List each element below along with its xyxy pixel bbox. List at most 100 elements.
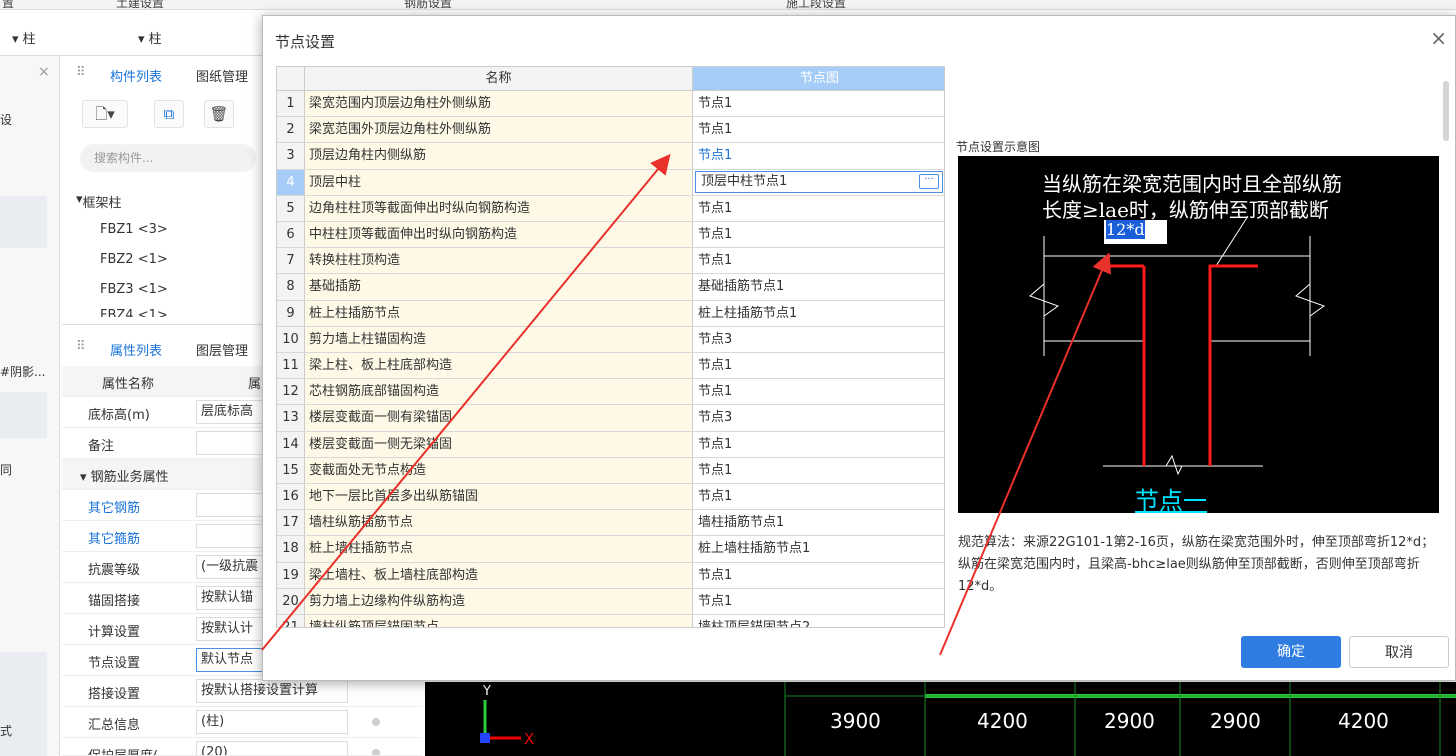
table-row[interactable]: 13 楼层变截面一侧有梁锚固 节点3 bbox=[277, 405, 944, 432]
tab-civil-settings[interactable]: 土建设置 bbox=[116, 0, 164, 9]
nav-item[interactable] bbox=[0, 392, 47, 438]
table-row[interactable]: 21 墙柱纵筋顶层锚固节点 墙柱顶层锚固节点2 bbox=[277, 615, 944, 627]
cancel-button[interactable]: 取消 bbox=[1349, 636, 1449, 668]
property-value[interactable]: (20) bbox=[196, 741, 348, 755]
row-number: 4 bbox=[277, 169, 305, 195]
row-node[interactable]: 节点1 bbox=[693, 432, 944, 457]
drag-handle-icon[interactable]: ⠿ bbox=[76, 339, 86, 354]
tree-item[interactable]: FBZ1 <3> bbox=[100, 222, 168, 237]
row-node[interactable]: 节点3 bbox=[693, 405, 944, 430]
tree-root-frame-column[interactable]: ▾ 框架柱 bbox=[76, 192, 122, 211]
component-search-input[interactable]: 搜索构件... bbox=[80, 144, 256, 172]
row-number: 5 bbox=[277, 195, 305, 221]
tab-component-list[interactable]: 构件列表 bbox=[110, 66, 162, 85]
row-node[interactable]: 节点1 bbox=[693, 379, 944, 404]
row-number: 2 bbox=[277, 117, 305, 143]
navigation-pane: × 设 #阴影... 同 式 bbox=[0, 56, 60, 756]
tree-item[interactable]: FBZ2 <1> bbox=[100, 252, 168, 267]
property-key: 备注 bbox=[88, 439, 115, 454]
nav-item-2[interactable] bbox=[0, 652, 47, 756]
table-row[interactable]: 3 顶层边角柱内侧纵筋 节点1 bbox=[277, 143, 944, 170]
radio-icon[interactable] bbox=[372, 718, 380, 726]
close-icon[interactable]: × bbox=[38, 64, 50, 80]
row-node[interactable]: 节点1 bbox=[693, 353, 944, 378]
row-node[interactable]: 节点1 bbox=[693, 458, 944, 483]
ok-button[interactable]: 确定 bbox=[1241, 636, 1341, 668]
table-row[interactable]: 1 梁宽范围内顶层边角柱外侧纵筋 节点1 bbox=[277, 91, 944, 118]
radio-icon[interactable] bbox=[372, 749, 380, 755]
table-row[interactable]: 6 中柱柱顶等截面伸出时纵向钢筋构造 节点1 bbox=[277, 222, 944, 249]
row-number: 21 bbox=[277, 615, 305, 627]
table-row[interactable]: 15 变截面处无节点构造 节点1 bbox=[277, 457, 944, 484]
property-row[interactable]: 汇总信息 (柱) bbox=[62, 707, 422, 738]
tree-item[interactable]: FBZ4 <1> bbox=[100, 308, 168, 317]
rule-description: 规范算法：来源22G101-1第2-16页，纵筋在梁宽范围外时，伸至顶部弯折12… bbox=[958, 535, 1435, 594]
preview-scrollbar[interactable] bbox=[1443, 81, 1449, 141]
dimension-label: 4200 bbox=[1338, 709, 1389, 733]
row-number: 13 bbox=[277, 405, 305, 431]
row-node[interactable]: 墙柱顶层锚固节点2 bbox=[693, 615, 944, 627]
property-value[interactable]: (柱) bbox=[196, 710, 348, 734]
tab-construction-section[interactable]: 施工段设置 bbox=[786, 0, 846, 9]
row-node[interactable]: 基础插筋节点1 bbox=[693, 274, 944, 299]
row-node[interactable]: 节点1 bbox=[693, 484, 944, 509]
table-row[interactable]: 10 剪力墙上柱锚固构造 节点3 bbox=[277, 326, 944, 353]
table-row[interactable]: 11 梁上柱、板上柱底部构造 节点1 bbox=[277, 353, 944, 380]
row-node[interactable]: 墙柱插筋节点1 bbox=[693, 510, 944, 535]
nav-selected-item[interactable] bbox=[0, 196, 47, 248]
header-node-diagram: 节点图 bbox=[693, 67, 944, 91]
tab-property-list[interactable]: 属性列表 bbox=[110, 340, 162, 359]
floor-type-dropdown[interactable]: ▾ 柱 bbox=[12, 28, 36, 47]
row-node[interactable]: 桩上墙柱插筋节点1 bbox=[693, 536, 944, 561]
table-row[interactable]: 12 芯柱钢筋底部锚固构造 节点1 bbox=[277, 379, 944, 406]
node-diagram-preview: 当纵筋在梁宽范围内时且全部纵筋 长度≥lae时，纵筋伸至顶部截断 12*d 节点… bbox=[958, 156, 1439, 515]
row-node[interactable]: 节点1 bbox=[693, 248, 944, 273]
preview-label: 节点设置示意图 bbox=[956, 140, 1041, 154]
property-value[interactable]: 按默认搭接设置计算 bbox=[196, 679, 348, 703]
row-node[interactable]: 桩上柱插筋节点1 bbox=[693, 301, 944, 326]
table-row[interactable]: 16 地下一层比首层多出纵筋锚固 节点1 bbox=[277, 484, 944, 511]
tab-settings-partial[interactable]: 置 bbox=[2, 0, 14, 9]
row-node[interactable]: 节点1 bbox=[693, 222, 944, 247]
table-row[interactable]: 18 桩上墙柱插筋节点 桩上墙柱插筋节点1 bbox=[277, 536, 944, 563]
cad-drawing-area[interactable]: Y X 3900 4200 2900 2900 4200 bbox=[425, 682, 1456, 756]
row-node-editor[interactable]: 顶层中柱节点1 ··· bbox=[695, 170, 943, 193]
tab-rebar-settings[interactable]: 钢筋设置 bbox=[404, 0, 452, 9]
table-row[interactable]: 8 基础插筋 基础插筋节点1 bbox=[277, 274, 944, 301]
tab-drawing-management[interactable]: 图纸管理 bbox=[196, 66, 248, 85]
ellipsis-button[interactable]: ··· bbox=[919, 173, 939, 189]
row-node[interactable]: 节点1 bbox=[693, 91, 944, 116]
component-type-dropdown[interactable]: ▾ 柱 bbox=[138, 28, 162, 47]
property-key: 底标高(m) bbox=[88, 408, 150, 423]
axis-x-label: X bbox=[524, 730, 535, 748]
tab-layer-management[interactable]: 图层管理 bbox=[196, 340, 248, 359]
row-name: 梁宽范围外顶层边角柱外侧纵筋 bbox=[305, 117, 693, 143]
copy-icon[interactable]: ⧉ bbox=[154, 100, 184, 128]
row-node[interactable]: 节点1 bbox=[693, 563, 944, 588]
table-row-selected[interactable]: 4 顶层中柱 顶层中柱节点1 ··· bbox=[277, 169, 944, 196]
row-node[interactable]: 节点3 bbox=[693, 327, 944, 352]
table-row[interactable]: 20 剪力墙上边缘构件纵筋构造 节点1 bbox=[277, 588, 944, 615]
new-component-icon[interactable]: 🗋▾ bbox=[82, 100, 128, 128]
table-row[interactable]: 17 墙柱纵筋插筋节点 墙柱插筋节点1 bbox=[277, 510, 944, 537]
row-node[interactable]: 节点1 bbox=[693, 589, 944, 614]
table-row[interactable]: 5 边角柱柱顶等截面伸出时纵向钢筋构造 节点1 bbox=[277, 195, 944, 222]
table-row[interactable]: 9 桩上柱插筋节点 桩上柱插筋节点1 bbox=[277, 300, 944, 327]
table-row[interactable]: 7 转换柱柱顶构造 节点1 bbox=[277, 248, 944, 275]
row-node[interactable]: 节点1 bbox=[693, 117, 944, 142]
row-node[interactable]: 节点1 bbox=[693, 143, 944, 168]
table-row[interactable]: 14 楼层变截面一侧无梁锚固 节点1 bbox=[277, 431, 944, 458]
top-tab-strip: 置 土建设置 钢筋设置 施工段设置 bbox=[0, 0, 1456, 10]
drag-handle-icon[interactable]: ⠿ bbox=[76, 65, 86, 80]
row-number: 15 bbox=[277, 457, 305, 483]
table-row[interactable]: 19 梁上墙柱、板上墙柱底部构造 节点1 bbox=[277, 562, 944, 589]
tree-item[interactable]: FBZ3 <1> bbox=[100, 282, 168, 297]
row-name: 芯柱钢筋底部锚固构造 bbox=[305, 379, 693, 405]
table-row[interactable]: 2 梁宽范围外顶层边角柱外侧纵筋 节点1 bbox=[277, 117, 944, 144]
row-name: 楼层变截面一侧有梁锚固 bbox=[305, 405, 693, 431]
dialog-close-icon[interactable]: × bbox=[1430, 26, 1447, 50]
property-row[interactable]: 保护层厚度((20) bbox=[62, 738, 422, 756]
delete-icon[interactable]: 🗑 bbox=[204, 100, 234, 128]
row-name: 地下一层比首层多出纵筋锚固 bbox=[305, 484, 693, 510]
row-node[interactable]: 节点1 bbox=[693, 196, 944, 221]
